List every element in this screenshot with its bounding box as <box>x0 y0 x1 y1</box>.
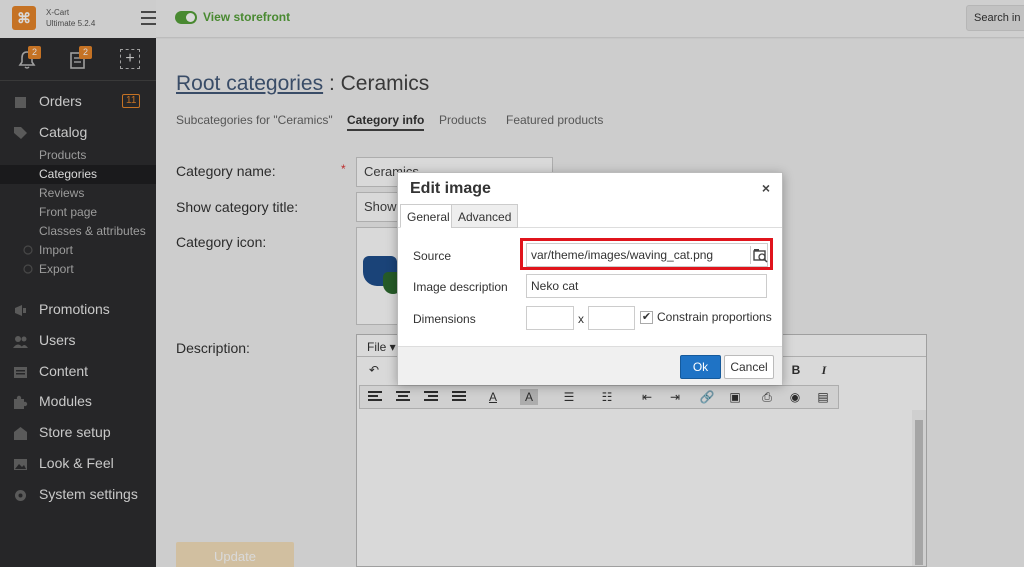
height-input[interactable] <box>588 306 635 330</box>
tab-general[interactable]: General <box>400 204 457 228</box>
width-input[interactable] <box>526 306 574 330</box>
dialog-footer: Ok Cancel <box>398 346 782 385</box>
source-highlight-box <box>520 238 773 270</box>
ok-button[interactable]: Ok <box>680 355 721 379</box>
close-icon[interactable]: × <box>762 180 770 196</box>
image-description-input[interactable]: Neko cat <box>526 274 767 298</box>
tab-advanced[interactable]: Advanced <box>451 204 519 228</box>
source-label: Source <box>413 249 452 263</box>
dialog-title: Edit image <box>410 180 491 197</box>
image-description-label: Image description <box>413 280 508 294</box>
constrain-proportions-checkbox[interactable]: ✔ <box>640 311 653 324</box>
dimensions-label: Dimensions <box>413 312 476 326</box>
dimensions-separator: x <box>578 312 584 326</box>
dialog-tabs: General Advanced <box>398 204 782 228</box>
cancel-button[interactable]: Cancel <box>724 355 774 379</box>
constrain-proportions-label: Constrain proportions <box>657 310 772 324</box>
